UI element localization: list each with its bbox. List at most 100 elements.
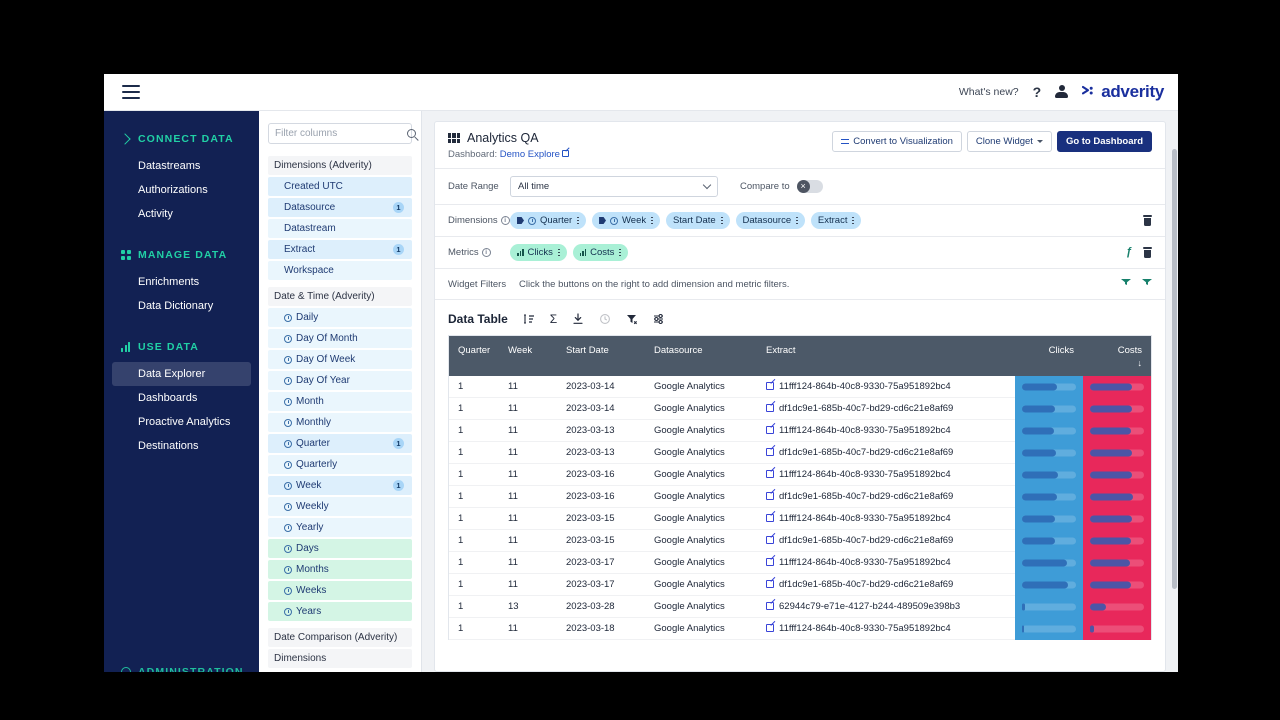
- col-header-clicks[interactable]: Clicks: [1015, 336, 1083, 376]
- convert-to-visualization-button[interactable]: Convert to Visualization: [832, 131, 962, 152]
- kebab-menu-icon[interactable]: [720, 216, 723, 225]
- column-item-quarterly[interactable]: Quarterly: [268, 455, 412, 474]
- col-header-start-date[interactable]: Start Date: [557, 336, 645, 376]
- sidebar-item-activity[interactable]: Activity: [112, 202, 251, 226]
- column-item-quarter[interactable]: Quarter 1: [268, 434, 412, 453]
- external-link-icon[interactable]: [766, 382, 774, 390]
- add-filter-icon[interactable]: [1142, 279, 1152, 289]
- download-icon[interactable]: [572, 313, 584, 325]
- sidebar-item-administration[interactable]: Administration: [104, 666, 259, 672]
- column-item-years[interactable]: Years: [268, 602, 412, 621]
- external-link-icon[interactable]: [766, 624, 774, 632]
- compare-to-toggle[interactable]: [796, 180, 823, 193]
- external-link-icon[interactable]: [766, 404, 774, 412]
- column-item-month[interactable]: Month: [268, 392, 412, 411]
- column-item-day-of-month[interactable]: Day Of Month: [268, 329, 412, 348]
- table-row[interactable]: 1 11 2023-03-17 Google Analytics 11fff124-86…: [449, 551, 1151, 574]
- external-link-icon[interactable]: [766, 580, 774, 588]
- sidebar-item-data-dictionary[interactable]: Data Dictionary: [112, 294, 251, 318]
- column-item-yearly[interactable]: Yearly: [268, 518, 412, 537]
- chip-quarter[interactable]: Quarter: [510, 212, 587, 229]
- filter-columns-box[interactable]: [268, 123, 416, 144]
- chip-clicks[interactable]: Clicks: [510, 244, 567, 261]
- column-item-week[interactable]: Week 1: [268, 476, 412, 495]
- table-row[interactable]: 1 11 2023-03-16 Google Analytics 11fff124-86…: [449, 463, 1151, 486]
- external-link-icon[interactable]: [766, 426, 774, 434]
- column-item-day-of-week[interactable]: Day Of Week: [268, 350, 412, 369]
- sidebar-item-destinations[interactable]: Destinations: [112, 434, 251, 458]
- sum-sigma-icon[interactable]: Σ: [550, 313, 557, 325]
- sort-rows-icon[interactable]: [523, 313, 535, 325]
- table-row[interactable]: 1112023-03-18Google Analyticsdf1dc9e1-68…: [449, 639, 1151, 640]
- column-item-monthly[interactable]: Monthly: [268, 413, 412, 432]
- table-row[interactable]: 1 11 2023-03-14 Google Analytics 11fff124-86…: [449, 376, 1151, 398]
- sidebar-item-authorizations[interactable]: Authorizations: [112, 178, 251, 202]
- kebab-menu-icon[interactable]: [619, 248, 622, 257]
- external-link-icon[interactable]: [766, 536, 774, 544]
- col-header-quarter[interactable]: Quarter: [449, 336, 499, 376]
- table-row[interactable]: 1 11 2023-03-13 Google Analytics df1dc9e1-68…: [449, 441, 1151, 464]
- table-row[interactable]: 1 11 2023-03-15 Google Analytics df1dc9e1-68…: [449, 529, 1151, 552]
- date-range-select[interactable]: All time: [510, 176, 718, 197]
- go-to-dashboard-button[interactable]: Go to Dashboard: [1056, 131, 1152, 152]
- clone-widget-button[interactable]: Clone Widget: [966, 131, 1052, 152]
- sidebar-item-dashboards[interactable]: Dashboards: [112, 386, 251, 410]
- sidebar-item-enrichments[interactable]: Enrichments: [112, 270, 251, 294]
- column-item-created-utc[interactable]: Created UTC: [268, 177, 412, 196]
- external-link-icon[interactable]: [766, 470, 774, 478]
- column-item-datastream[interactable]: Datastream: [268, 219, 412, 238]
- col-header-extract[interactable]: Extract: [757, 336, 1015, 376]
- search-icon[interactable]: [407, 129, 416, 138]
- table-row[interactable]: 1 11 2023-03-13 Google Analytics 11fff124-86…: [449, 419, 1151, 442]
- whats-new-link[interactable]: What's new?: [959, 86, 1019, 98]
- external-link-icon[interactable]: [766, 602, 774, 610]
- table-row[interactable]: 1 11 2023-03-16 Google Analytics df1dc9e1-68…: [449, 485, 1151, 508]
- hamburger-icon[interactable]: [122, 85, 140, 99]
- kebab-menu-icon[interactable]: [796, 216, 798, 225]
- kebab-menu-icon[interactable]: [577, 216, 580, 225]
- table-settings-icon[interactable]: [653, 313, 665, 325]
- table-row[interactable]: 1 11 2023-03-17 Google Analytics df1dc9e1-68…: [449, 573, 1151, 596]
- external-link-icon[interactable]: [766, 558, 774, 566]
- delete-dimensions-icon[interactable]: [1143, 215, 1152, 226]
- kebab-menu-icon[interactable]: [651, 216, 653, 225]
- column-item-daily[interactable]: Daily: [268, 308, 412, 327]
- column-item-workspace[interactable]: Workspace: [268, 261, 412, 280]
- data-table[interactable]: Quarter Week Start Date Datasource Extra…: [448, 335, 1152, 640]
- column-item-weeks[interactable]: Weeks: [268, 581, 412, 600]
- table-row[interactable]: 1 11 2023-03-15 Google Analytics 11fff124-86…: [449, 507, 1151, 530]
- chip-extract[interactable]: Extract: [810, 212, 862, 229]
- chip-costs[interactable]: Costs: [572, 244, 629, 261]
- info-icon[interactable]: i: [500, 216, 510, 225]
- kebab-menu-icon[interactable]: [852, 216, 855, 225]
- external-link-icon[interactable]: [561, 150, 569, 157]
- dashboard-link[interactable]: Demo Explore: [500, 149, 560, 160]
- col-header-week[interactable]: Week: [499, 336, 557, 376]
- sidebar-item-datastreams[interactable]: Datastreams: [112, 154, 251, 178]
- external-link-icon[interactable]: [766, 514, 774, 522]
- filter-icon[interactable]: [1121, 279, 1131, 289]
- column-item-weekly[interactable]: Weekly: [268, 497, 412, 516]
- col-header-costs[interactable]: Costs ↓: [1083, 336, 1151, 376]
- help-icon[interactable]: ?: [1033, 85, 1042, 99]
- external-link-icon[interactable]: [766, 448, 774, 456]
- table-row[interactable]: 1 11 2023-03-14 Google Analytics df1dc9e1-68…: [449, 397, 1151, 420]
- external-link-icon[interactable]: [766, 492, 774, 500]
- col-header-datasource[interactable]: Datasource: [645, 336, 757, 376]
- chip-start-date[interactable]: Start Date: [665, 212, 730, 229]
- chip-week[interactable]: Week: [592, 212, 660, 229]
- table-row[interactable]: 1 11 2023-03-18 Google Analytics 11fff124-86…: [449, 617, 1151, 640]
- column-item-extract[interactable]: Extract 1: [268, 240, 412, 259]
- column-item-days[interactable]: Days: [268, 539, 412, 558]
- chip-datasource[interactable]: Datasource: [735, 212, 805, 229]
- info-icon[interactable]: i: [481, 248, 491, 257]
- kebab-menu-icon[interactable]: [557, 248, 560, 257]
- sidebar-item-data-explorer[interactable]: Data Explorer: [112, 362, 251, 386]
- table-row[interactable]: 1 13 2023-03-28 Google Analytics 62944c79-e7…: [449, 595, 1151, 618]
- person-icon[interactable]: [1055, 85, 1069, 99]
- column-item-day-of-year[interactable]: Day Of Year: [268, 371, 412, 390]
- vertical-scrollbar[interactable]: [1172, 149, 1177, 589]
- sidebar-item-proactive-analytics[interactable]: Proactive Analytics: [112, 410, 251, 434]
- column-item-months[interactable]: Months: [268, 560, 412, 579]
- delete-metrics-icon[interactable]: [1143, 247, 1152, 258]
